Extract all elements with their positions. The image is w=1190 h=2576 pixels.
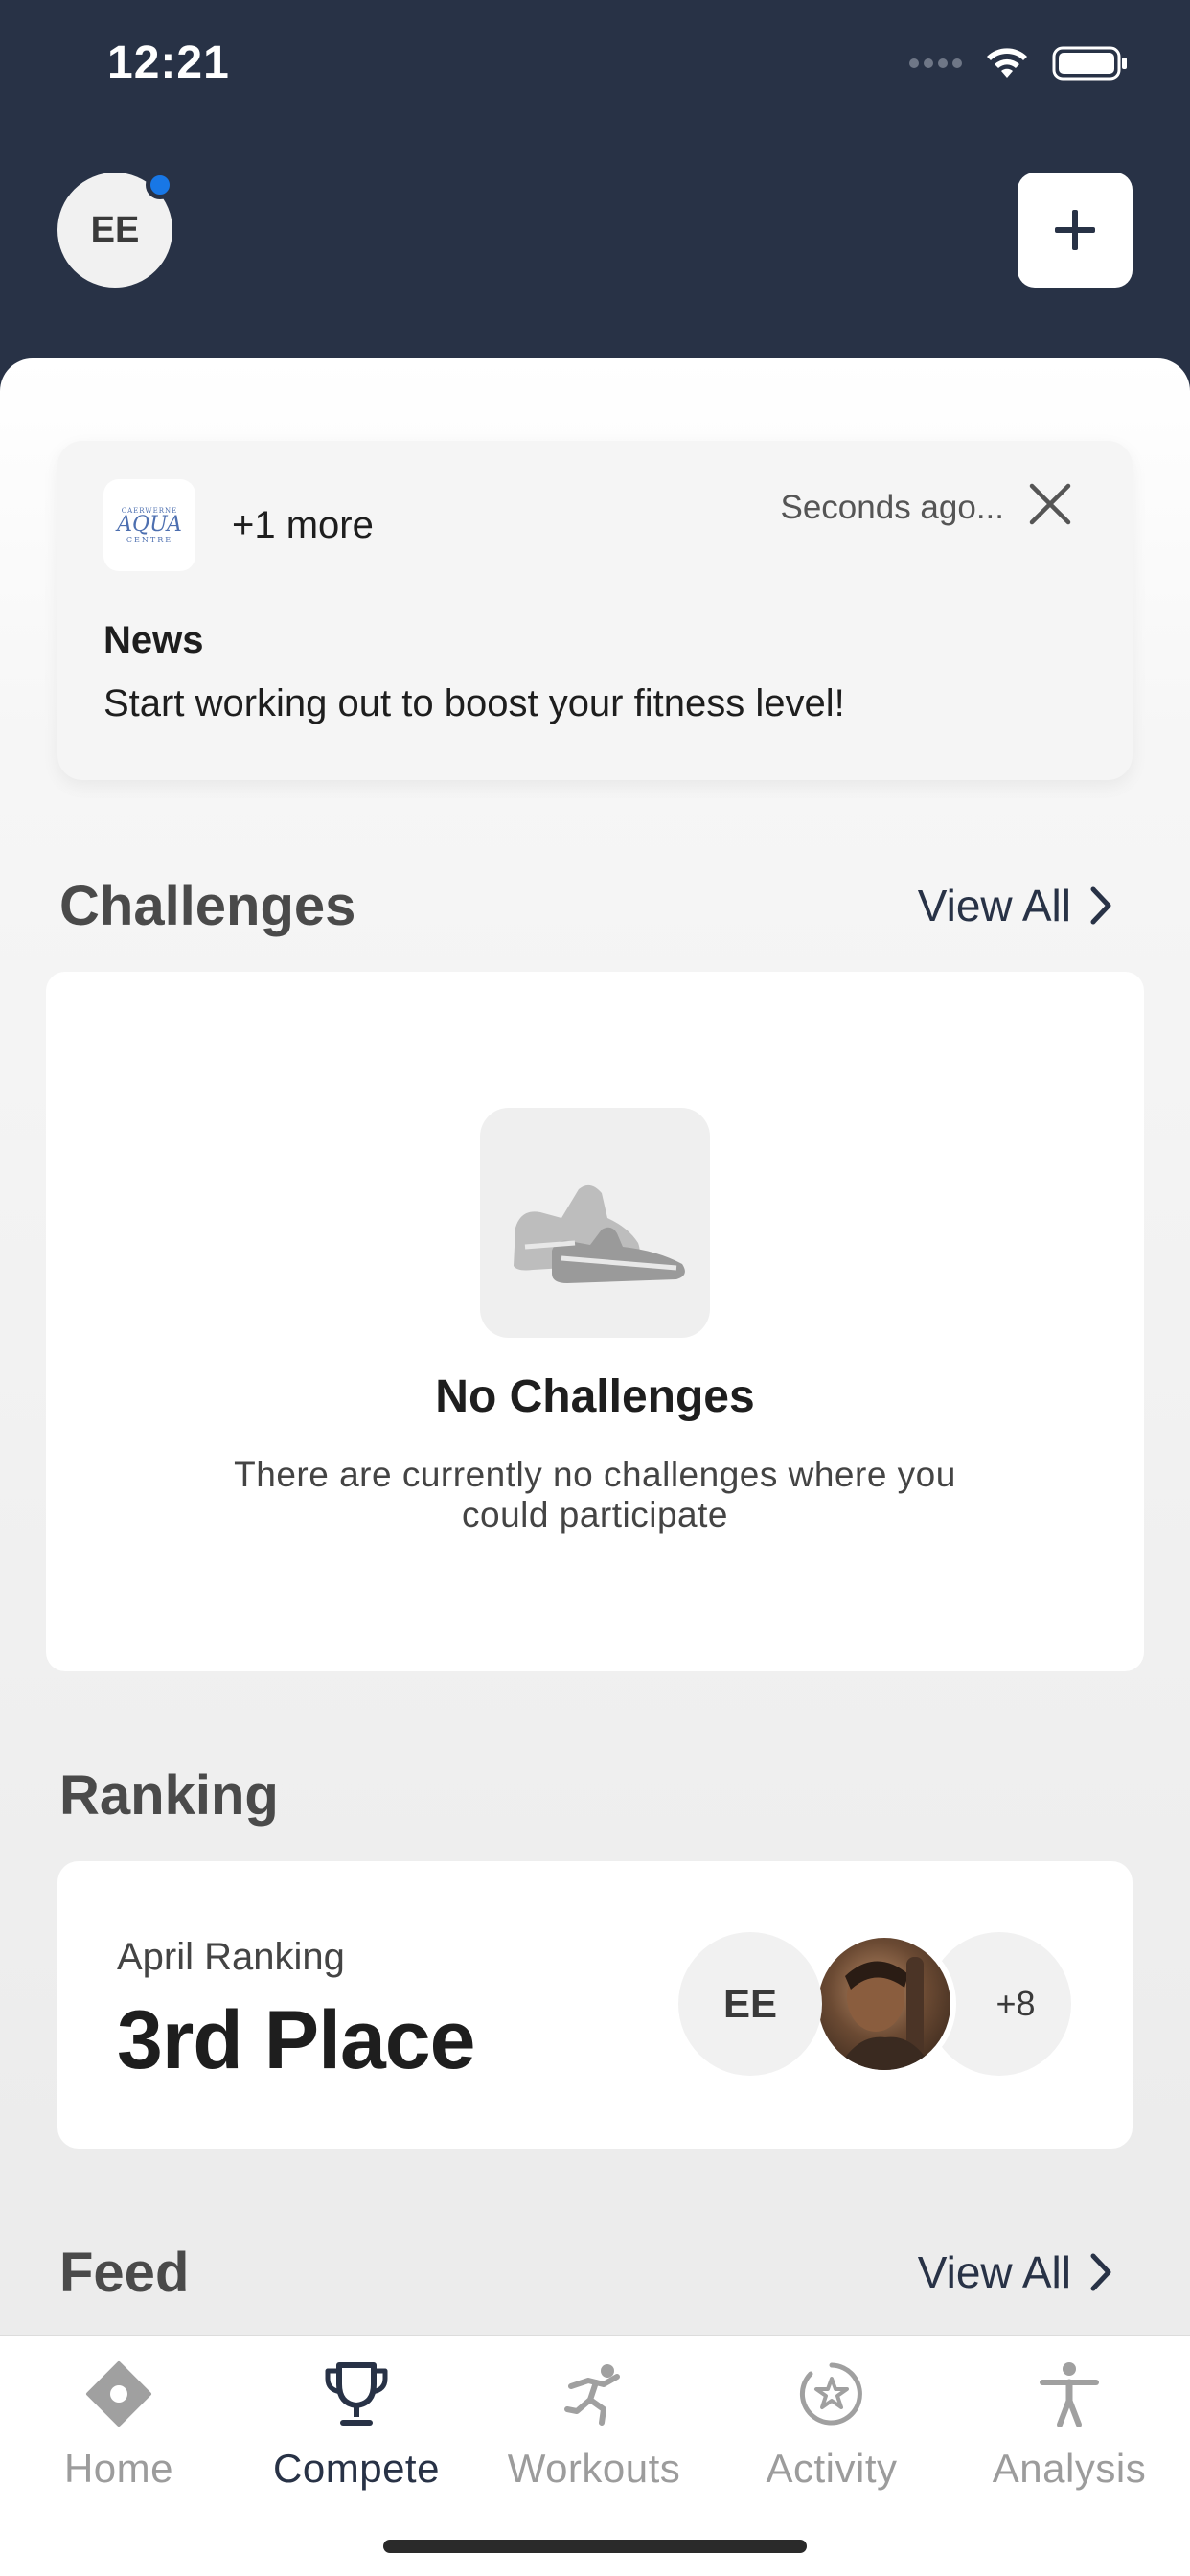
empty-state-title: No Challenges — [435, 1371, 755, 1422]
home-icon — [86, 2361, 151, 2426]
ranking-card[interactable]: April Ranking 3rd Place EE +8 — [57, 1861, 1133, 2149]
add-button[interactable] — [1018, 172, 1133, 288]
logo-line-3: CENTRE — [126, 535, 173, 544]
aqua-centre-logo: CAERWERNE AQUA CENTRE — [103, 479, 195, 571]
challenges-view-all-link[interactable]: View All — [918, 880, 1113, 932]
wifi-icon — [987, 48, 1027, 78]
news-title: News — [103, 619, 204, 661]
person-icon — [1040, 2362, 1099, 2427]
app-screen: 12:21 EE CAERWERNE AQUA CENTRE +1 more S… — [0, 0, 1190, 2576]
running-icon — [564, 2364, 620, 2426]
view-all-label: View All — [917, 881, 1071, 931]
tab-workouts[interactable]: Workouts — [475, 2356, 713, 2509]
activity-star-icon — [799, 2362, 862, 2426]
news-more-count: +1 more — [232, 504, 374, 546]
tab-label: Home — [63, 2446, 174, 2491]
trophy-icon — [325, 2362, 388, 2426]
ranking-title: Ranking — [59, 1764, 279, 1827]
tab-label: Activity — [766, 2446, 898, 2491]
avatar-initials: EE — [90, 209, 140, 250]
ranking-period-label: April Ranking — [117, 1936, 345, 1978]
news-body: Start working out to boost your fitness … — [103, 682, 845, 724]
feed-title: Feed — [59, 2242, 190, 2304]
logo-line-2: AQUA — [117, 512, 182, 537]
challenges-card: No Challenges There are currently no cha… — [46, 972, 1144, 1671]
home-indicator[interactable] — [383, 2540, 807, 2553]
sneakers-icon — [480, 1108, 710, 1338]
avatar-initials: EE — [722, 1981, 778, 2026]
tab-label: Compete — [273, 2446, 440, 2491]
news-card[interactable]: CAERWERNE AQUA CENTRE +1 more Seconds ag… — [57, 441, 1133, 780]
tab-home[interactable]: Home — [0, 2356, 238, 2509]
status-icons — [909, 44, 1129, 82]
tab-label: Workouts — [507, 2446, 681, 2491]
ranking-participants: EE +8 — [678, 1932, 1081, 2076]
tab-activity[interactable]: Activity — [713, 2356, 950, 2509]
close-icon — [1029, 483, 1071, 525]
empty-state-description: There are currently no challenges where … — [234, 1455, 956, 1534]
status-time: 12:21 — [107, 37, 230, 88]
cellular-signal-icon — [909, 58, 962, 68]
status-bar: 12:21 — [0, 0, 1190, 125]
close-news-button[interactable] — [1023, 477, 1077, 531]
chevron-right-icon — [1090, 2253, 1111, 2291]
battery-icon — [1052, 46, 1127, 80]
chevron-right-icon — [1090, 886, 1111, 925]
view-all-label: View All — [917, 2247, 1071, 2297]
ranking-place: 3rd Place — [117, 1994, 475, 2086]
avatar: EE — [678, 1932, 822, 2076]
avatar-photo — [812, 1932, 956, 2076]
tab-compete[interactable]: Compete — [238, 2356, 475, 2509]
news-timestamp: Seconds ago... — [780, 489, 1005, 526]
plus-icon — [1055, 210, 1095, 250]
profile-avatar-button[interactable]: EE — [57, 171, 174, 288]
tab-analysis[interactable]: Analysis — [950, 2356, 1188, 2509]
feed-view-all-link[interactable]: View All — [918, 2246, 1113, 2298]
tab-label: Analysis — [992, 2446, 1147, 2491]
challenges-title: Challenges — [59, 875, 356, 937]
notification-dot — [146, 171, 174, 199]
more-count: +8 — [995, 1984, 1036, 2023]
